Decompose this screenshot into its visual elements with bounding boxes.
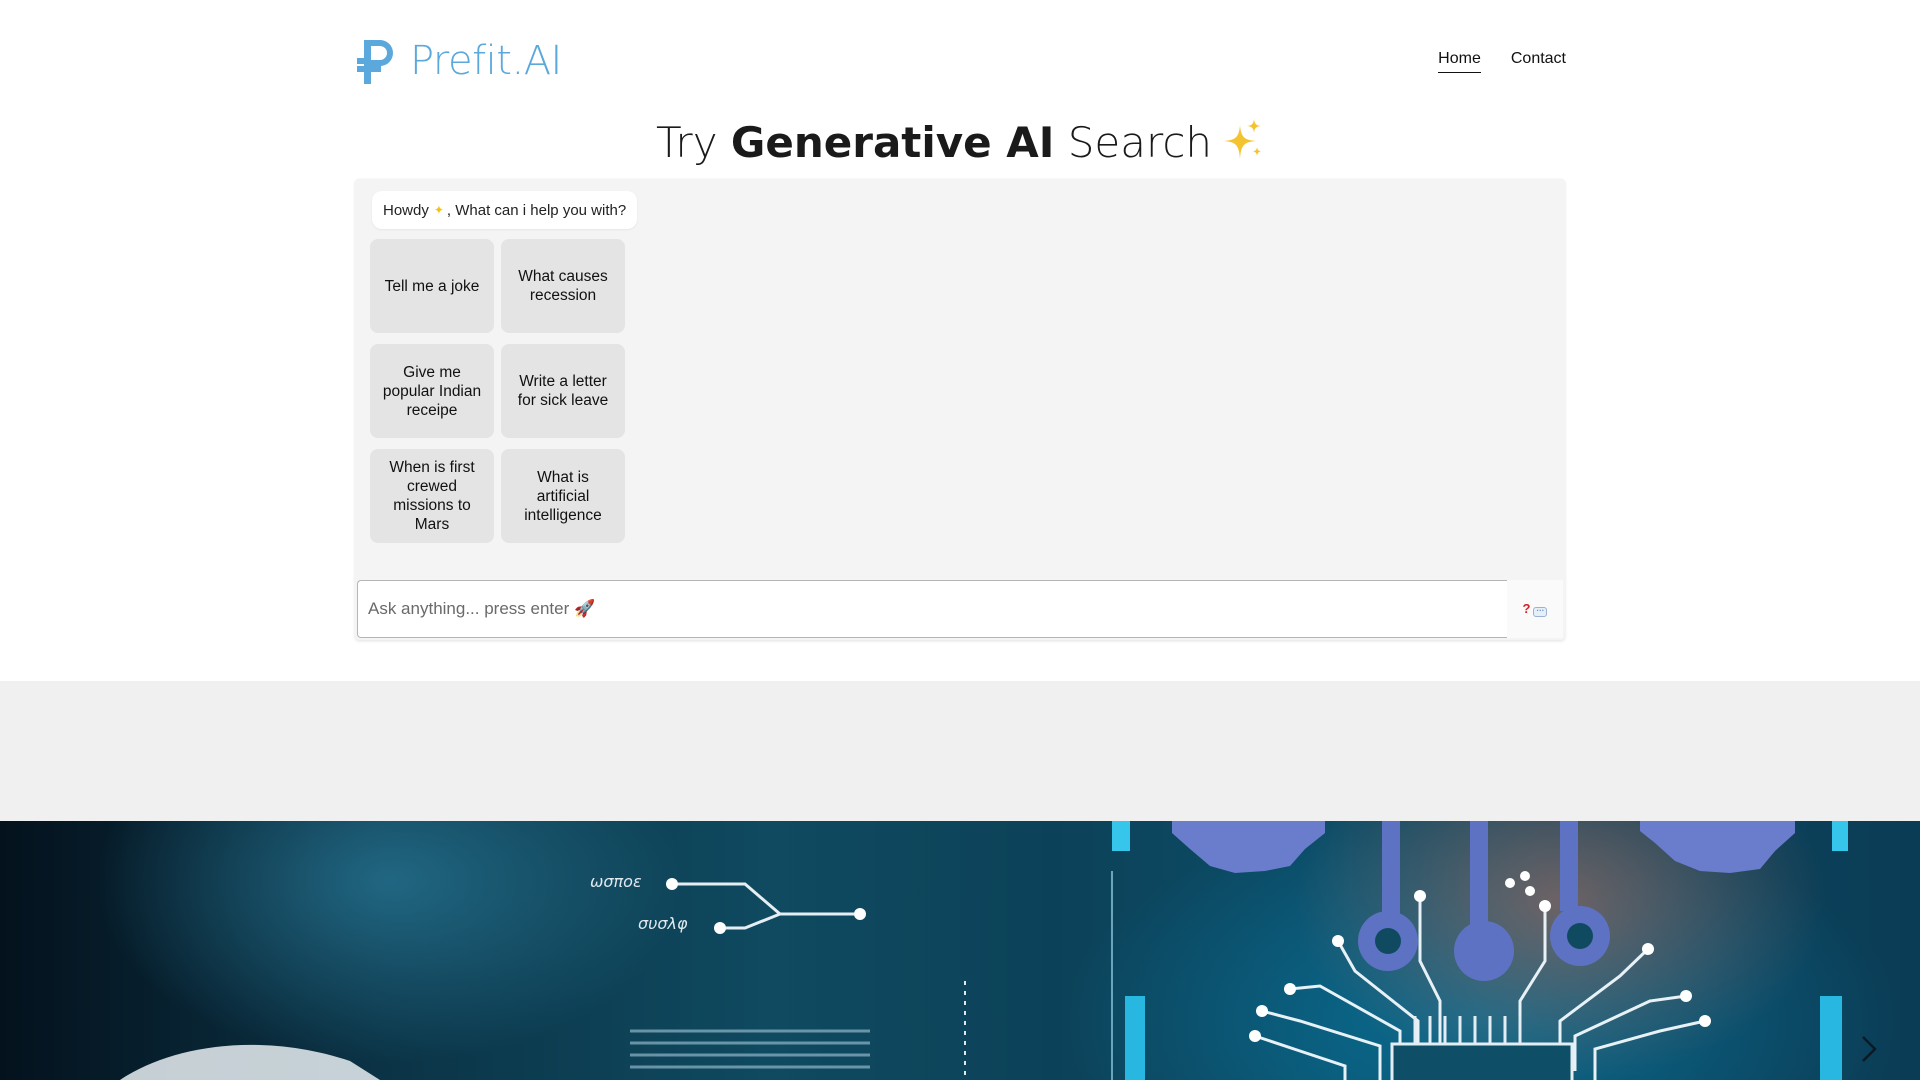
- title-suffix: Search: [1054, 118, 1213, 167]
- greeting-prefix: Howdy: [383, 201, 429, 219]
- ask-bar: ?···: [357, 580, 1563, 638]
- title-bold: Generative AI: [730, 118, 1055, 167]
- chat-panel: Howdy ✦ , What can i help you with? Tell…: [355, 179, 1565, 640]
- question-speech-icon: ? ···: [1523, 601, 1548, 617]
- search-input[interactable]: [357, 580, 1508, 638]
- chevron-right-icon[interactable]: [1858, 1035, 1880, 1063]
- suggestion-chip[interactable]: Give me popular Indian receipe: [370, 344, 494, 438]
- main-nav: Home Contact: [1438, 50, 1566, 73]
- sparkles-icon: ✦: [433, 203, 444, 217]
- page-title: Try Generative AI Search: [0, 118, 1920, 167]
- suggestion-chip[interactable]: What is artificial intelligence: [501, 449, 625, 543]
- suggestion-chip[interactable]: What causes recession: [501, 239, 625, 333]
- sparkles-icon: [1224, 119, 1262, 159]
- hero-banner-image: ωσποε συσλφ: [0, 821, 1920, 1080]
- greeting-text: , What can i help you with?: [446, 201, 627, 219]
- content-spacer: [0, 681, 1920, 821]
- suggestion-chip[interactable]: Write a letter for sick leave: [501, 344, 625, 438]
- suggestion-chip[interactable]: Tell me a joke: [370, 239, 494, 333]
- site-header: Prefit.AI Home Contact: [354, 30, 1566, 90]
- nav-contact-link[interactable]: Contact: [1511, 50, 1566, 73]
- greeting-bubble: Howdy ✦ , What can i help you with?: [372, 191, 638, 229]
- ruble-p-logo-icon: [357, 40, 393, 84]
- title-prefix: Try: [655, 118, 731, 167]
- help-button[interactable]: ? ···: [1507, 580, 1563, 638]
- brand-logo[interactable]: Prefit.AI: [354, 36, 562, 86]
- nav-home-link[interactable]: Home: [1438, 50, 1481, 73]
- suggestion-chip[interactable]: When is first crewed missions to Mars: [370, 449, 494, 543]
- ai-circuit-illustration: ωσποε συσλφ: [120, 821, 1848, 1080]
- svg-text:συσλφ: συσλφ: [638, 914, 688, 933]
- brand-name: Prefit.AI: [410, 38, 562, 84]
- svg-text:ωσποε: ωσποε: [590, 872, 642, 891]
- suggestion-list: Tell me a joke What causes recession Giv…: [370, 239, 625, 543]
